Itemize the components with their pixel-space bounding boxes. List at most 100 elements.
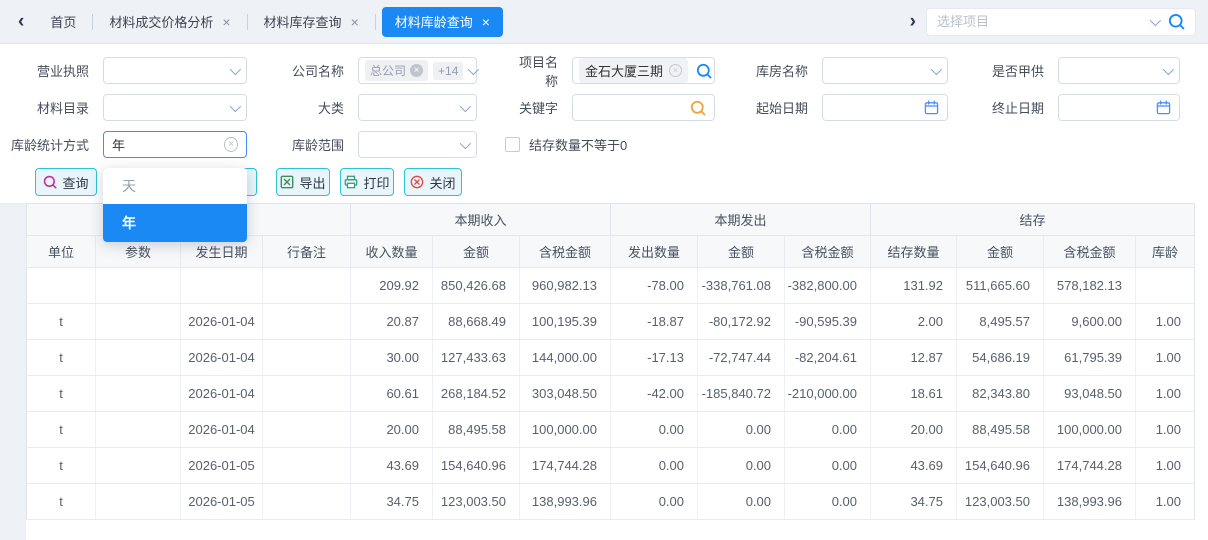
table-cell: -82,204.61 — [785, 340, 871, 376]
field-project-name: 项目名称 金石大厦三期 × — [508, 57, 715, 84]
table-cell — [263, 484, 351, 520]
dropdown-option[interactable]: 天 — [103, 168, 247, 204]
table-cell: 174,744.28 — [520, 448, 611, 484]
table-row[interactable]: t2026-01-0420.0088,495.58100,000.000.000… — [27, 412, 1195, 448]
table-cell: 127,433.63 — [433, 340, 520, 376]
field-warehouse-name: 库房名称 — [748, 57, 948, 84]
search-icon[interactable] — [696, 63, 712, 79]
field-age-range: 库龄范围 — [283, 131, 477, 158]
table-column-header: 结存数量 — [871, 236, 957, 268]
table-cell: 0.00 — [785, 412, 871, 448]
field-material-catalog: 材料目录 — [28, 94, 247, 121]
table-group-header: 本期发出 — [611, 204, 871, 236]
search-icon[interactable] — [690, 100, 706, 116]
table-cell: 100,000.00 — [520, 412, 611, 448]
tab-label: 材料成交价格分析 — [109, 12, 213, 31]
warehouse-name-select[interactable] — [822, 57, 948, 84]
close-icon[interactable]: × — [482, 14, 490, 30]
major-category-select[interactable] — [358, 94, 477, 121]
table-group-header: 本期收入 — [351, 204, 611, 236]
table-cell — [96, 376, 181, 412]
table-cell: 88,495.58 — [433, 412, 520, 448]
age-stat-method-select[interactable]: × — [103, 131, 247, 158]
material-catalog-select[interactable] — [103, 94, 247, 121]
table-cell: -78.00 — [611, 268, 698, 304]
age-stat-method-input[interactable] — [112, 137, 224, 152]
table-column-header: 金额 — [698, 236, 785, 268]
left-gutter — [0, 203, 26, 540]
clear-icon[interactable]: × — [224, 137, 238, 152]
table-cell: 0.00 — [611, 484, 698, 520]
query-button[interactable]: 查询 — [35, 168, 97, 196]
table-column-header: 金额 — [957, 236, 1044, 268]
table-cell: -185,840.72 — [698, 376, 785, 412]
keyword-input[interactable] — [581, 100, 690, 115]
remove-tag-icon[interactable]: × — [410, 64, 423, 77]
table-cell: 578,182.13 — [1044, 268, 1136, 304]
tab-material-inventory-query[interactable]: 材料库存查询 × — [248, 0, 375, 44]
owner-supplied-select[interactable] — [1058, 57, 1180, 84]
table-cell: 1.00 — [1136, 412, 1195, 448]
close-icon[interactable]: × — [351, 14, 359, 30]
table-cell: 30.00 — [351, 340, 433, 376]
close-button[interactable]: 关闭 — [404, 168, 462, 196]
close-icon[interactable]: × — [222, 14, 230, 30]
table-cell: -90,595.39 — [785, 304, 871, 340]
table-cell: 0.00 — [698, 412, 785, 448]
table-cell: 123,003.50 — [433, 484, 520, 520]
table-cell: 82,343.80 — [957, 376, 1044, 412]
table-cell: 2026-01-05 — [181, 448, 263, 484]
company-tag[interactable]: 总公司 × — [365, 60, 428, 81]
tab-material-price-analysis[interactable]: 材料成交价格分析 × — [93, 0, 246, 44]
table-row[interactable]: t2026-01-0534.75123,003.50138,993.960.00… — [27, 484, 1195, 520]
tab-bar: ‹ 首页 材料成交价格分析 × 材料库存查询 × 材料库龄查询 × › — [0, 0, 1208, 44]
table-row[interactable]: t2026-01-0420.8788,668.49100,195.39-18.8… — [27, 304, 1195, 340]
table-cell: 144,000.00 — [520, 340, 611, 376]
table-cell: 12.87 — [871, 340, 957, 376]
end-date-input[interactable] — [1058, 94, 1180, 121]
table-cell: 960,982.13 — [520, 268, 611, 304]
chevron-down-icon[interactable] — [1150, 14, 1161, 25]
start-date-input[interactable] — [822, 94, 948, 121]
print-button[interactable]: 打印 — [340, 168, 394, 196]
search-icon — [43, 175, 57, 189]
balance-nonzero-checkbox[interactable] — [505, 137, 520, 152]
table-cell: t — [27, 376, 96, 412]
age-range-select[interactable] — [358, 131, 477, 158]
table-cell: t — [27, 412, 96, 448]
table-column-header: 行备注 — [263, 236, 351, 268]
company-name-select[interactable]: 总公司 × +14 — [358, 57, 477, 84]
table-cell: 0.00 — [611, 448, 698, 484]
stock-age-table: 本期收入本期发出结存 单位参数发生日期行备注收入数量金额含税金额发出数量金额含税… — [26, 203, 1195, 520]
table-cell — [27, 268, 96, 304]
project-name-field[interactable]: 金石大厦三期 × — [572, 57, 715, 84]
table-column-header: 单位 — [27, 236, 96, 268]
table-cell: 511,665.60 — [957, 268, 1044, 304]
table-row[interactable]: 209.92850,426.68960,982.13-78.00-338,761… — [27, 268, 1195, 304]
table-row[interactable]: t2026-01-0430.00127,433.63144,000.00-17.… — [27, 340, 1195, 376]
export-icon — [280, 175, 294, 189]
search-icon[interactable] — [1168, 13, 1185, 30]
table-row[interactable]: t2026-01-0543.69154,640.96174,744.280.00… — [27, 448, 1195, 484]
table-cell: 1.00 — [1136, 304, 1195, 340]
table-cell: 61,795.39 — [1044, 340, 1136, 376]
export-button[interactable]: 导出 — [276, 168, 330, 196]
project-select-input[interactable] — [937, 14, 1150, 29]
table-cell: 18.61 — [871, 376, 957, 412]
tab-material-age-query-active[interactable]: 材料库龄查询 × — [382, 7, 503, 37]
project-select[interactable] — [926, 8, 1196, 36]
tabs-scroll-left-icon[interactable]: ‹ — [8, 12, 34, 31]
clear-icon[interactable]: × — [669, 64, 682, 77]
dropdown-option[interactable]: 年 — [103, 204, 247, 242]
tab-home[interactable]: 首页 — [34, 0, 92, 44]
table-row[interactable]: t2026-01-0460.61268,184.52303,048.50-42.… — [27, 376, 1195, 412]
business-license-select[interactable] — [103, 57, 247, 84]
stock-age-table-wrap: 本期收入本期发出结存 单位参数发生日期行备注收入数量金额含税金额发出数量金额含税… — [26, 203, 1194, 520]
table-column-header: 发出数量 — [611, 236, 698, 268]
checkbox-label: 结存数量不等于0 — [529, 135, 627, 154]
table-cell — [96, 304, 181, 340]
table-cell: 100,000.00 — [1044, 412, 1136, 448]
project-name-value: 金石大厦三期 × — [579, 58, 688, 83]
tabs-scroll-right-icon[interactable]: › — [900, 12, 926, 31]
keyword-field[interactable] — [572, 94, 715, 121]
